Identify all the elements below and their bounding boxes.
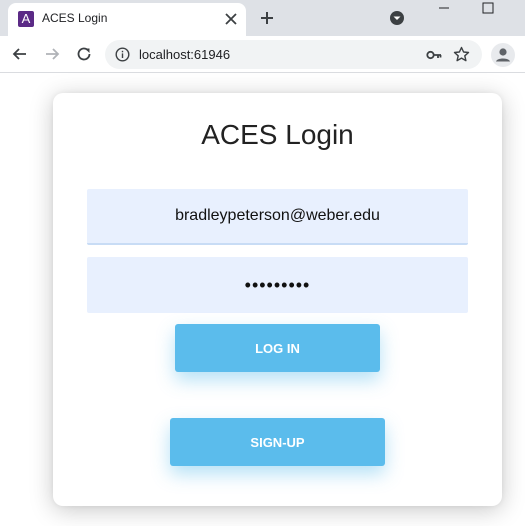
url-text[interactable]: localhost:61946 (139, 47, 230, 62)
page-viewport: ACES Login LOG IN SIGN-UP (0, 74, 525, 526)
forward-arrow-icon[interactable] (42, 44, 62, 64)
page-title: ACES Login (201, 119, 354, 150)
profile-icon (496, 48, 510, 62)
minimize-window-icon[interactable] (434, 0, 454, 16)
new-tab-icon[interactable] (257, 8, 277, 28)
close-tab-icon[interactable] (222, 10, 240, 28)
reload-icon[interactable] (74, 44, 94, 64)
address-bar[interactable]: localhost:61946 (105, 40, 482, 69)
back-arrow-icon[interactable] (10, 44, 30, 64)
tab-strip: A ACES Login (0, 0, 525, 36)
login-card: ACES Login LOG IN SIGN-UP (53, 93, 502, 506)
site-info-icon[interactable] (115, 47, 130, 62)
tab-search-icon[interactable] (388, 9, 406, 27)
password-field[interactable] (87, 257, 468, 313)
browser-tab[interactable]: A ACES Login (8, 3, 246, 36)
login-button[interactable]: LOG IN (175, 324, 380, 372)
key-icon[interactable] (426, 47, 442, 63)
bookmark-star-icon[interactable] (453, 46, 470, 63)
maximize-window-icon[interactable] (478, 0, 498, 16)
email-field[interactable] (87, 189, 468, 245)
tab-title: ACES Login (42, 11, 108, 25)
browser-toolbar: localhost:61946 (0, 36, 525, 73)
profile-avatar[interactable] (491, 43, 515, 67)
app-favicon-icon: A (18, 11, 34, 27)
signup-button[interactable]: SIGN-UP (170, 418, 385, 466)
